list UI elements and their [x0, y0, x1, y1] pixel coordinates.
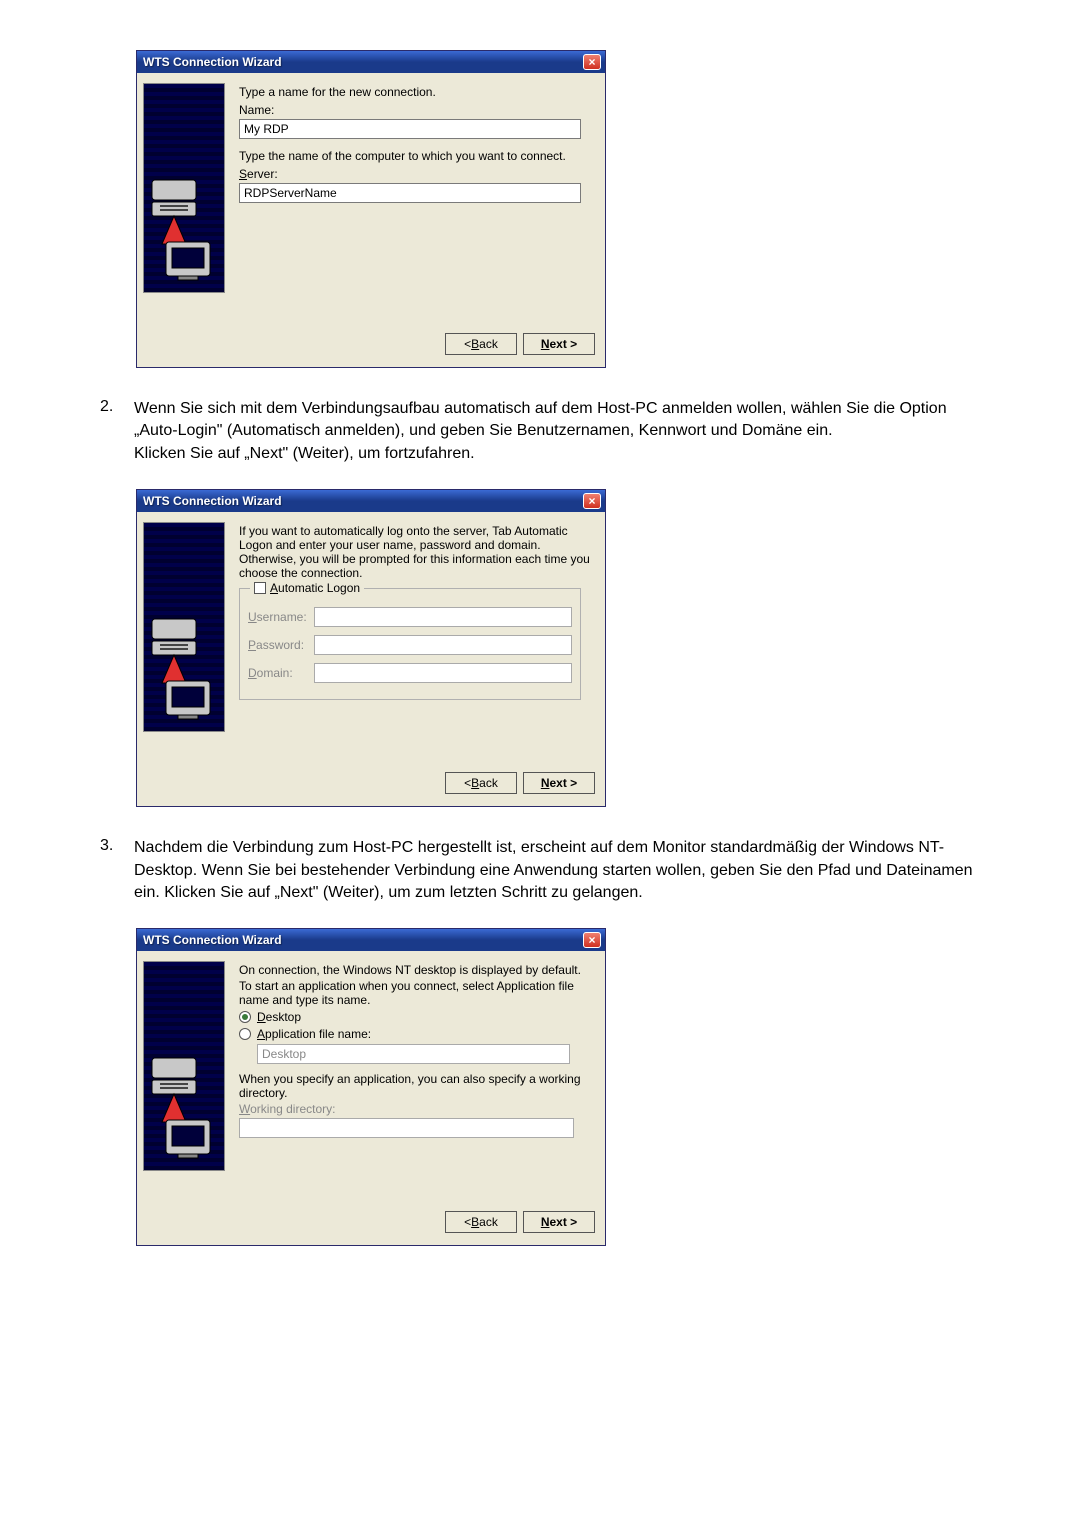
wizard-content: Type a name for the new connection. Name…	[239, 81, 595, 323]
back-button[interactable]: < Back	[445, 772, 517, 794]
window-title: WTS Connection Wizard	[143, 494, 282, 508]
close-icon[interactable]: ×	[583, 54, 601, 70]
instruction-text-2: To start an application when you connect…	[239, 979, 595, 1007]
instruction-text-2: Type the name of the computer to which y…	[239, 149, 595, 163]
desktop-radio-label: Desktop	[257, 1010, 301, 1024]
wizard-dialog-1: WTS Connection Wizard × Type a name for …	[136, 50, 606, 368]
username-input[interactable]	[314, 607, 572, 627]
password-label: Password:	[248, 638, 314, 652]
wizard-dialog-3: WTS Connection Wizard × On connection, t…	[136, 928, 606, 1246]
titlebar: WTS Connection Wizard ×	[137, 51, 605, 73]
step-number: 2.	[100, 398, 134, 416]
username-label: Username:	[248, 610, 314, 624]
application-radio[interactable]	[239, 1028, 251, 1040]
domain-input[interactable]	[314, 663, 572, 683]
name-input[interactable]	[239, 119, 581, 139]
computer-connection-icon	[148, 174, 222, 284]
name-label: Name:	[239, 103, 595, 117]
back-button[interactable]: < Back	[445, 333, 517, 355]
domain-label: Domain:	[248, 666, 314, 680]
window-title: WTS Connection Wizard	[143, 933, 282, 947]
server-label: Server:	[239, 167, 595, 181]
desktop-radio-row: Desktop	[239, 1010, 595, 1024]
titlebar: WTS Connection Wizard ×	[137, 929, 605, 951]
instruction-text-3: When you specify an application, you can…	[239, 1072, 595, 1100]
computer-connection-icon	[148, 613, 222, 723]
working-dir-label: Working directory:	[239, 1102, 595, 1116]
step-2: 2. Wenn Sie sich mit dem Verbindungsaufb…	[100, 398, 980, 465]
instruction-text-1: On connection, the Windows NT desktop is…	[239, 963, 595, 977]
wizard-side-graphic	[143, 522, 225, 732]
next-button[interactable]: Next >	[523, 1211, 595, 1233]
close-icon[interactable]: ×	[583, 493, 601, 509]
computer-connection-icon	[148, 1052, 222, 1162]
step-3: 3. Nachdem die Verbindung zum Host-PC he…	[100, 837, 980, 904]
step-text: Nachdem die Verbindung zum Host-PC herge…	[134, 837, 980, 904]
working-dir-input[interactable]	[239, 1118, 574, 1138]
server-input[interactable]	[239, 183, 581, 203]
wizard-side-graphic	[143, 83, 225, 293]
next-button[interactable]: Next >	[523, 333, 595, 355]
next-button[interactable]: Next >	[523, 772, 595, 794]
application-radio-label: Application file name:	[257, 1027, 371, 1041]
wizard-content: On connection, the Windows NT desktop is…	[239, 959, 595, 1201]
auto-logon-checkbox[interactable]	[254, 582, 266, 594]
wizard-footer: < Back Next >	[137, 762, 605, 806]
close-icon[interactable]: ×	[583, 932, 601, 948]
auto-logon-legend: Automatic Logon	[250, 581, 364, 595]
application-filename-input[interactable]: Desktop	[257, 1044, 570, 1064]
wizard-side-graphic	[143, 961, 225, 1171]
window-title: WTS Connection Wizard	[143, 55, 282, 69]
step-text: Wenn Sie sich mit dem Verbindungsaufbau …	[134, 398, 980, 465]
wizard-footer: < Back Next >	[137, 323, 605, 367]
wizard-body: Type a name for the new connection. Name…	[137, 73, 605, 323]
wizard-body: If you want to automatically log onto th…	[137, 512, 605, 762]
password-input[interactable]	[314, 635, 572, 655]
auto-logon-label: Automatic Logon	[270, 581, 360, 595]
auto-logon-group: Automatic Logon Username: Password: Doma…	[239, 588, 581, 700]
step-number: 3.	[100, 837, 134, 855]
application-radio-row: Application file name:	[239, 1027, 595, 1041]
titlebar: WTS Connection Wizard ×	[137, 490, 605, 512]
wizard-footer: < Back Next >	[137, 1201, 605, 1245]
wizard-dialog-2: WTS Connection Wizard × If you want to a…	[136, 489, 606, 807]
back-button[interactable]: < Back	[445, 1211, 517, 1233]
instruction-text: If you want to automatically log onto th…	[239, 524, 595, 580]
instruction-text: Type a name for the new connection.	[239, 85, 595, 99]
wizard-body: On connection, the Windows NT desktop is…	[137, 951, 605, 1201]
wizard-content: If you want to automatically log onto th…	[239, 520, 595, 762]
desktop-radio[interactable]	[239, 1011, 251, 1023]
